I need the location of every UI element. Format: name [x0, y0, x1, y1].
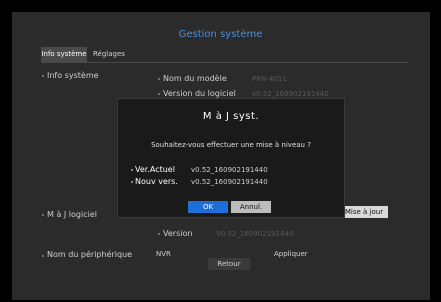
section-info-systeme: Info système [47, 71, 99, 80]
page-title: Gestion système [178, 29, 263, 40]
software-version-value: v0.52_160902191440 [252, 90, 329, 98]
new-version-value: v0.52_160902191440 [191, 178, 268, 186]
bullet-icon [42, 214, 44, 216]
bullet-icon [42, 255, 44, 257]
dialog-title: M à J syst. [202, 111, 260, 122]
tab-bar: Info système Réglages [41, 47, 131, 62]
model-name-value: PRN-4011 [252, 75, 287, 83]
current-version-value: v0.52_160902191440 [191, 166, 268, 174]
dialog-question: Souhaitez-vous effectuer une mise à nive… [151, 141, 311, 149]
new-version-row: Nouv vers. v0.52_160902191440 [135, 177, 268, 186]
update-dialog: M à J syst. Souhaitez-vous effectuer une… [117, 98, 345, 218]
current-version-label: Ver.Actuel [135, 165, 175, 174]
model-name-label: Nom du modèle [163, 74, 227, 83]
back-button[interactable]: Retour [208, 258, 250, 270]
update-button[interactable]: Mise à jour [340, 206, 388, 218]
bullet-icon [42, 75, 44, 77]
bullet-icon [158, 233, 160, 235]
section-device-name: Nom du périphérique [47, 250, 133, 259]
ok-button[interactable]: OK [188, 201, 228, 213]
tab-divider [41, 62, 408, 63]
version-label: Version [163, 229, 193, 238]
bullet-icon [131, 169, 133, 171]
apply-button[interactable]: Appliquer [274, 249, 308, 260]
current-version-row: Ver.Actuel v0.52_160902191440 [135, 165, 268, 174]
software-version-label: Version du logiciel [163, 89, 236, 98]
bullet-icon [158, 93, 160, 95]
tab-reglages[interactable]: Réglages [87, 47, 131, 62]
tab-info-systeme[interactable]: Info système [41, 47, 87, 62]
cancel-button[interactable]: Annul. [231, 201, 271, 213]
bullet-icon [131, 181, 133, 183]
bullet-icon [158, 78, 160, 80]
section-maj-logiciel: M à J logiciel [47, 210, 97, 219]
new-version-label: Nouv vers. [135, 177, 178, 186]
version-value: V0.52_160902191440 [216, 230, 294, 238]
